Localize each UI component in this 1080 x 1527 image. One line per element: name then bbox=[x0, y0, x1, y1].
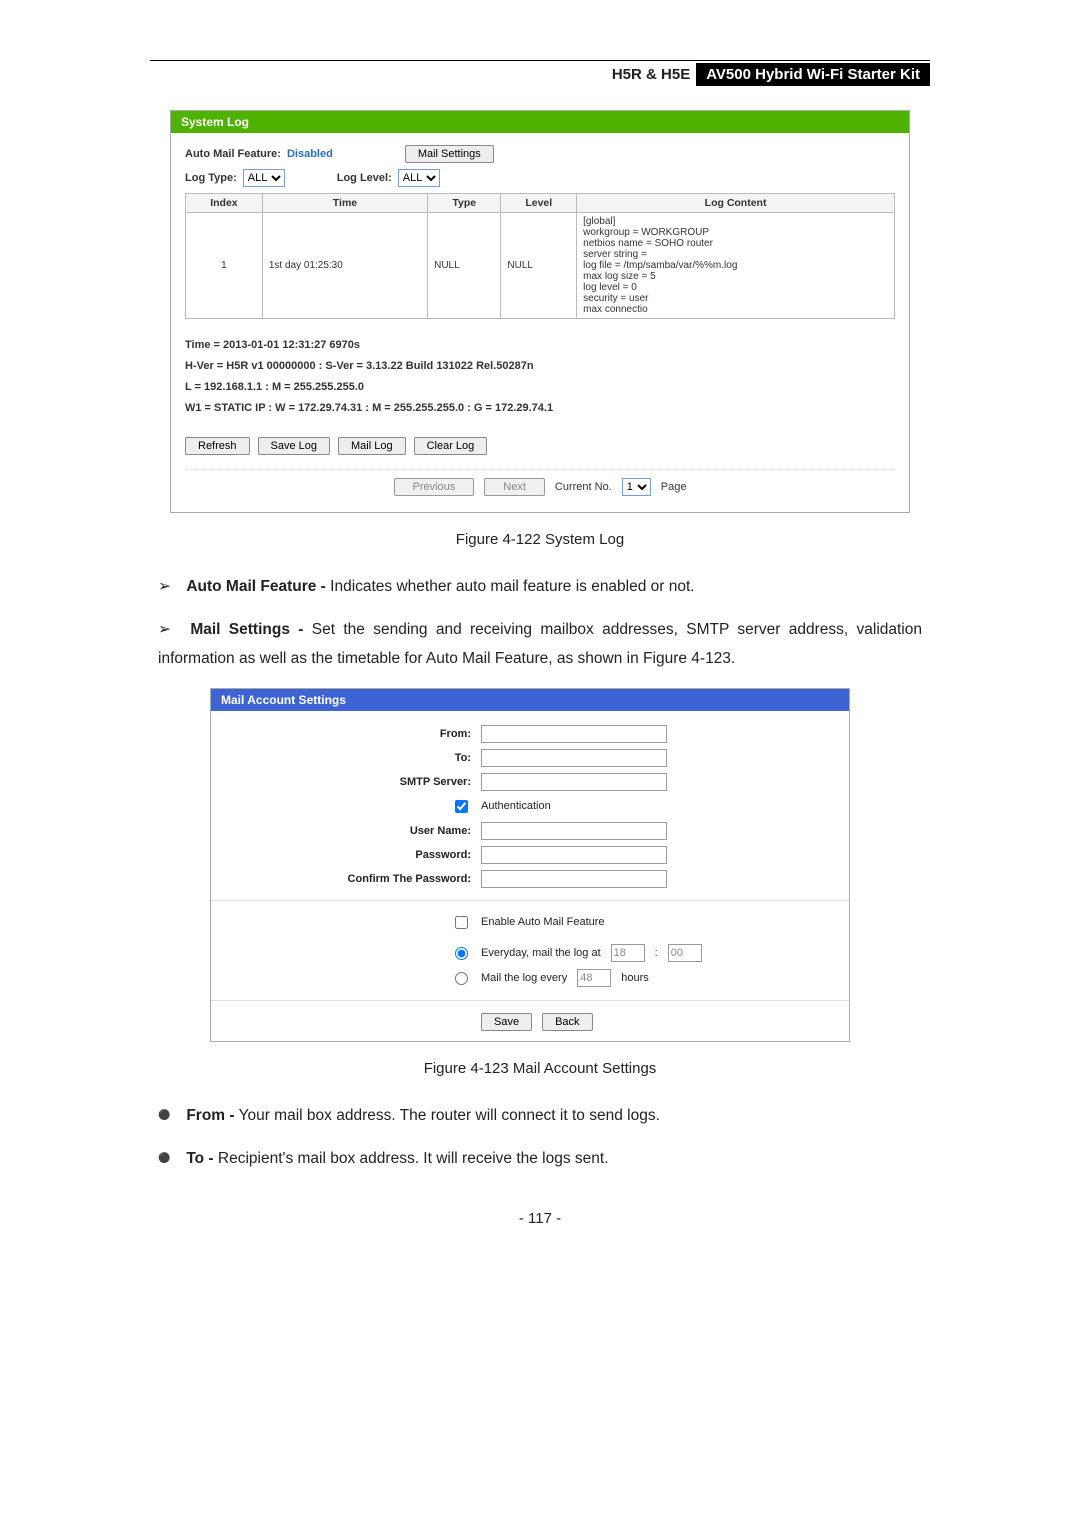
col-type: Type bbox=[428, 194, 501, 213]
mail-account-panel: Mail Account Settings From: To: SMTP Ser… bbox=[210, 688, 850, 1042]
from-text: Your mail box address. The router will c… bbox=[239, 1107, 660, 1124]
system-info: Time = 2013-01-01 12:31:27 6970s H-Ver =… bbox=[185, 335, 895, 419]
table-row: 1 1st day 01:25:30 NULL NULL [global] wo… bbox=[186, 213, 895, 319]
col-level: Level bbox=[501, 194, 577, 213]
to-input[interactable] bbox=[481, 749, 667, 767]
to-title: To - bbox=[186, 1150, 213, 1167]
sysinfo-ver: H-Ver = H5R v1 00000000 : S-Ver = 3.13.2… bbox=[185, 356, 895, 377]
cell-level: NULL bbox=[501, 213, 577, 319]
current-no-label: Current No. bbox=[555, 481, 612, 493]
para-from: ⚫ From - Your mail box address. The rout… bbox=[158, 1101, 922, 1130]
para-to: ⚫ To - Recipient's mail box address. It … bbox=[158, 1144, 922, 1173]
auto-mail-title: Auto Mail Feature - bbox=[186, 578, 326, 595]
system-log-panel: System Log Auto Mail Feature: Disabled M… bbox=[170, 110, 910, 513]
smtp-label: SMTP Server: bbox=[231, 776, 471, 788]
every-label: Mail the log every bbox=[481, 972, 567, 984]
save-log-button[interactable]: Save Log bbox=[258, 437, 330, 455]
mail-account-title: Mail Account Settings bbox=[211, 689, 849, 711]
refresh-button[interactable]: Refresh bbox=[185, 437, 250, 455]
divider bbox=[211, 900, 849, 901]
to-label: To: bbox=[231, 752, 471, 764]
page-label: Page bbox=[661, 481, 687, 493]
col-time: Time bbox=[262, 194, 427, 213]
bullet-icon: ⚫ bbox=[158, 1149, 182, 1168]
col-content: Log Content bbox=[577, 194, 895, 213]
user-input[interactable] bbox=[481, 822, 667, 840]
user-label: User Name: bbox=[231, 825, 471, 837]
confirm-input[interactable] bbox=[481, 870, 667, 888]
back-button[interactable]: Back bbox=[542, 1013, 592, 1031]
page-number: - 117 - bbox=[150, 1210, 930, 1227]
bullet-icon: ⚫ bbox=[158, 1106, 182, 1125]
mail-settings-title: Mail Settings - bbox=[190, 621, 303, 638]
auth-checkbox[interactable] bbox=[455, 800, 468, 813]
mail-settings-button[interactable]: Mail Settings bbox=[405, 145, 494, 163]
next-button[interactable]: Next bbox=[484, 478, 545, 496]
log-level-label: Log Level: bbox=[337, 172, 392, 184]
everyday-min-input[interactable] bbox=[668, 944, 702, 962]
sysinfo-time: Time = 2013-01-01 12:31:27 6970s bbox=[185, 335, 895, 356]
smtp-input[interactable] bbox=[481, 773, 667, 791]
save-button[interactable]: Save bbox=[481, 1013, 532, 1031]
previous-button[interactable]: Previous bbox=[394, 478, 475, 496]
log-table: Index Time Type Level Log Content 1 1st … bbox=[185, 193, 895, 319]
auto-mail-feature-value: Disabled bbox=[287, 148, 333, 160]
confirm-label: Confirm The Password: bbox=[231, 873, 471, 885]
from-input[interactable] bbox=[481, 725, 667, 743]
system-log-title: System Log bbox=[171, 111, 909, 133]
to-text: Recipient's mail box address. It will re… bbox=[218, 1150, 609, 1167]
everyday-label: Everyday, mail the log at bbox=[481, 947, 601, 959]
cell-index: 1 bbox=[186, 213, 263, 319]
col-index: Index bbox=[186, 194, 263, 213]
schedule-everyday-radio[interactable] bbox=[455, 947, 468, 960]
clear-log-button[interactable]: Clear Log bbox=[414, 437, 488, 455]
log-type-label: Log Type: bbox=[185, 172, 237, 184]
figure-caption-2: Figure 4-123 Mail Account Settings bbox=[150, 1060, 930, 1077]
pass-label: Password: bbox=[231, 849, 471, 861]
sysinfo-lan: L = 192.168.1.1 : M = 255.255.255.0 bbox=[185, 377, 895, 398]
auth-label: Authentication bbox=[481, 800, 551, 812]
log-table-header-row: Index Time Type Level Log Content bbox=[186, 194, 895, 213]
pass-input[interactable] bbox=[481, 846, 667, 864]
from-title: From - bbox=[186, 1107, 234, 1124]
hours-label: hours bbox=[621, 972, 649, 984]
cell-content: [global] workgroup = WORKGROUP netbios n… bbox=[577, 213, 895, 319]
sysinfo-wan: W1 = STATIC IP : W = 172.29.74.31 : M = … bbox=[185, 398, 895, 419]
page-header: H5R & H5E AV500 Hybrid Wi-Fi Starter Kit bbox=[150, 63, 930, 86]
para-auto-mail: ➢ Auto Mail Feature - Indicates whether … bbox=[158, 572, 922, 601]
auto-mail-text: Indicates whether auto mail feature is e… bbox=[330, 578, 694, 595]
every-hours-input[interactable] bbox=[577, 969, 611, 987]
enable-auto-mail-label: Enable Auto Mail Feature bbox=[481, 916, 605, 928]
arrow-icon: ➢ bbox=[158, 615, 182, 644]
time-sep: : bbox=[655, 947, 658, 959]
auto-mail-feature-label: Auto Mail Feature: bbox=[185, 148, 281, 160]
para-mail-settings: ➢ Mail Settings - Set the sending and re… bbox=[158, 615, 922, 674]
mail-log-button[interactable]: Mail Log bbox=[338, 437, 406, 455]
enable-auto-mail-checkbox[interactable] bbox=[455, 916, 468, 929]
schedule-every-radio[interactable] bbox=[455, 972, 468, 985]
figure-caption-1: Figure 4-122 System Log bbox=[150, 531, 930, 548]
divider bbox=[211, 1000, 849, 1001]
everyday-hour-input[interactable] bbox=[611, 944, 645, 962]
header-model: H5R & H5E bbox=[606, 64, 696, 85]
header-product: AV500 Hybrid Wi-Fi Starter Kit bbox=[696, 63, 930, 86]
arrow-icon: ➢ bbox=[158, 572, 182, 601]
log-level-select[interactable]: ALL bbox=[398, 169, 440, 187]
cell-time: 1st day 01:25:30 bbox=[262, 213, 427, 319]
cell-type: NULL bbox=[428, 213, 501, 319]
log-type-select[interactable]: ALL bbox=[243, 169, 285, 187]
current-no-select[interactable]: 1 bbox=[622, 478, 651, 496]
from-label: From: bbox=[231, 728, 471, 740]
header-rule bbox=[150, 60, 930, 61]
